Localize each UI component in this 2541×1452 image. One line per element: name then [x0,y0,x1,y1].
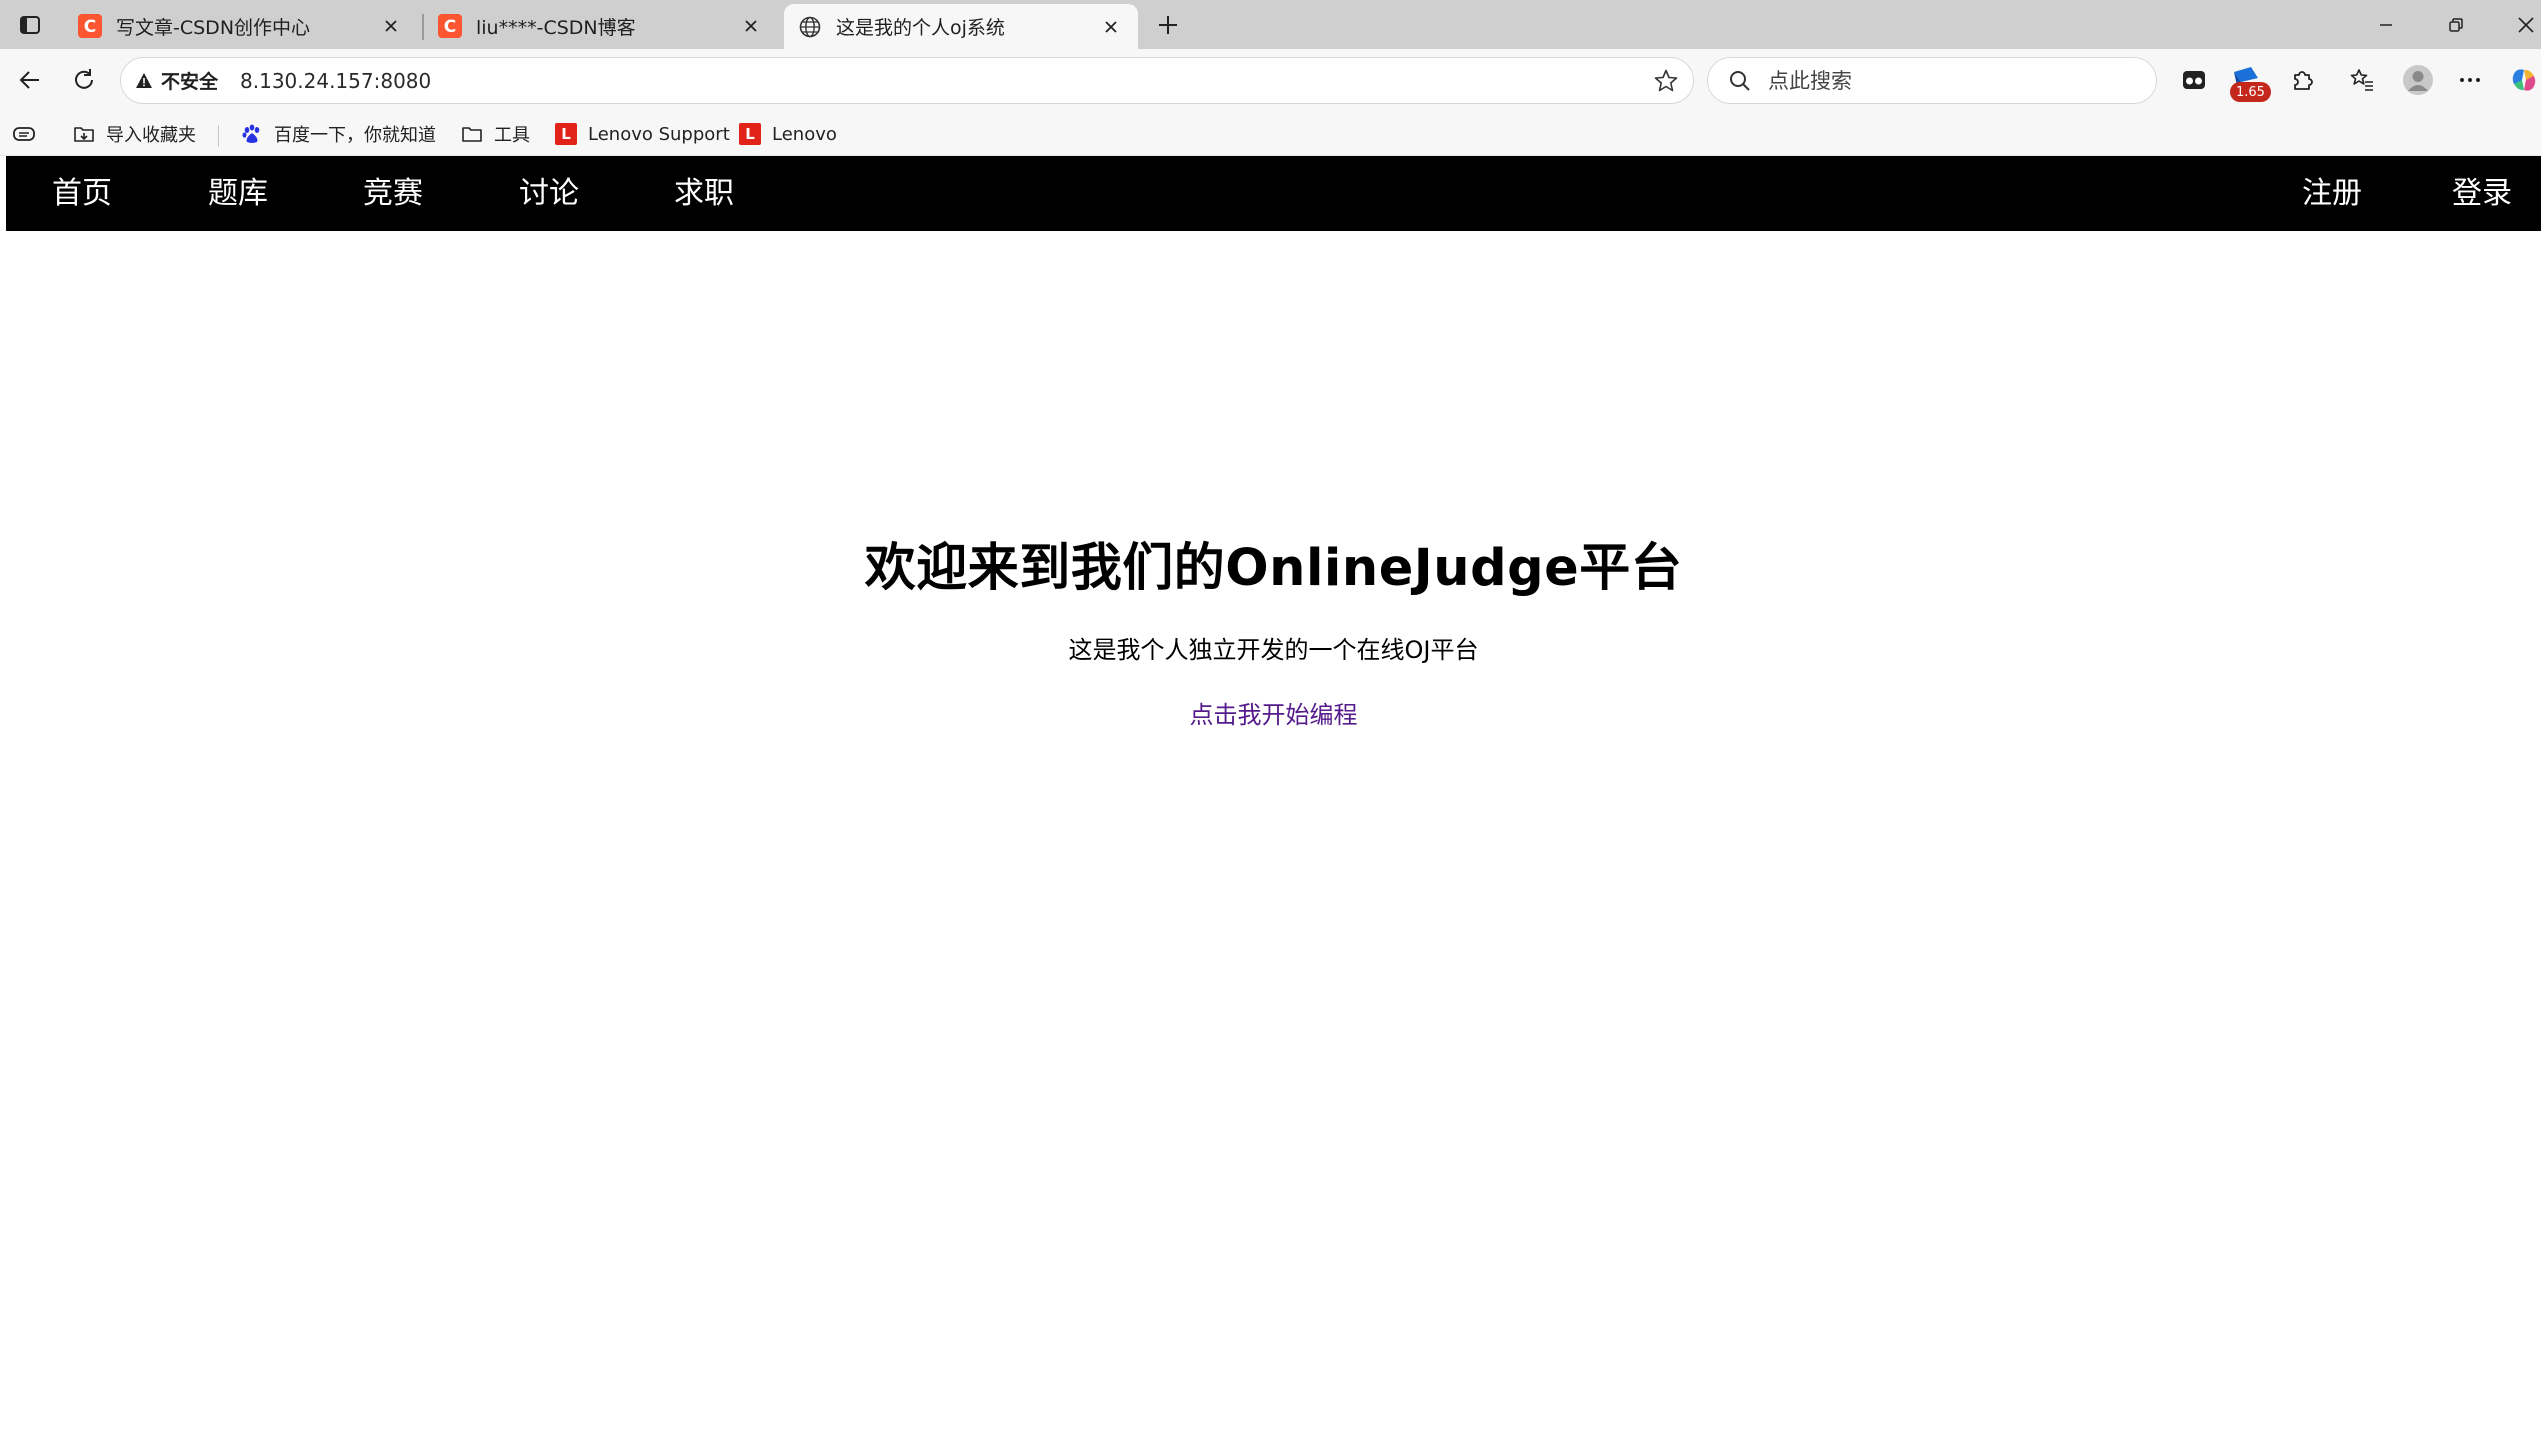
baidu-paw-icon [240,122,264,146]
close-icon[interactable] [378,13,404,39]
csdn-logo-icon: C [438,14,462,38]
csdn-logo-icon: C [78,14,102,38]
close-window-button[interactable] [2498,6,2541,44]
extension-badge: 1.65 [2230,82,2271,102]
profile-avatar-icon[interactable] [2398,60,2438,100]
bookmark-label: 导入收藏夹 [106,125,196,146]
search-box[interactable] [1707,57,2157,104]
copilot-icon[interactable] [2504,60,2541,100]
svg-text:C: C [444,17,456,37]
nav-login[interactable]: 登录 [2452,156,2512,231]
reading-list-icon [13,127,35,141]
bookmarks-bar: 导入收藏夹 百度一下，你就知道 工具 L Lenovo Support L Le… [0,112,2541,156]
globe-icon [798,15,822,39]
more-options-icon[interactable] [2450,60,2490,100]
svg-text:C: C [84,17,96,37]
close-icon[interactable] [1098,14,1124,40]
nav-register[interactable]: 注册 [2302,156,2362,231]
not-secure-indicator[interactable]: 不安全 [135,67,218,94]
nav-discussion[interactable]: 讨论 [519,156,579,231]
import-favorites-icon [72,122,96,146]
close-icon[interactable] [738,13,764,39]
security-label: 不安全 [161,71,219,93]
folder-icon [460,122,484,146]
bookmark-lenovo[interactable]: L Lenovo [738,119,837,149]
browser-tab-1[interactable]: C liu****-CSDN博客 [424,4,778,48]
url-text[interactable]: 8.130.24.157:8080 [240,69,431,93]
tab-title: liu****-CSDN博客 [476,16,636,39]
nav-problems[interactable]: 题库 [208,156,268,231]
tab-title: 写文章-CSDN创作中心 [116,16,311,39]
page-subtitle: 这是我个人独立开发的一个在线OJ平台 [1068,636,1479,664]
nav-contests[interactable]: 竞赛 [363,156,423,231]
reading-view-button[interactable] [12,119,36,149]
bookmark-label: Lenovo Support [588,123,730,145]
bookmark-divider [218,125,219,147]
bookmark-label: 工具 [494,125,530,146]
start-coding-link[interactable]: 点击我开始编程 [1190,695,1358,730]
nav-jobs[interactable]: 求职 [674,156,734,231]
address-bar[interactable]: 不安全 8.130.24.157:8080 [120,57,1694,104]
extensions-puzzle-icon[interactable] [2282,60,2322,100]
browser-toolbar: 不安全 8.130.24.157:8080 [0,49,2541,112]
new-tab-button[interactable] [1150,8,1186,42]
bookmark-import-favorites[interactable]: 导入收藏夹 [72,119,196,149]
lenovo-logo-icon: L [739,123,761,145]
tab-title: 这是我的个人oj系统 [836,17,1005,39]
split-screen-icon[interactable] [2174,60,2214,100]
bookmark-tools-folder[interactable]: 工具 [460,119,530,149]
site-navbar: 首页 题库 竞赛 讨论 求职 注册 登录 [6,156,2541,231]
browser-tab-0[interactable]: C 写文章-CSDN创作中心 [64,4,418,48]
hero-section: 欢迎来到我们的OnlineJudge平台 这是我个人独立开发的一个在线OJ平台 … [6,526,2541,730]
browser-tab-2-active[interactable]: 这是我的个人oj系统 [784,4,1138,49]
search-icon [1730,70,1750,91]
favorite-star-icon[interactable] [1651,66,1681,96]
nav-home[interactable]: 首页 [52,156,112,231]
bookmark-baidu[interactable]: 百度一下，你就知道 [240,119,436,149]
page-title: 欢迎来到我们的OnlineJudge平台 [864,539,1683,598]
minimize-button[interactable] [2358,6,2414,44]
lenovo-logo-icon: L [555,123,577,145]
refresh-icon[interactable] [64,60,104,100]
browser-tab-strip: C 写文章-CSDN创作中心 C liu****-CSDN博客 这是我的个人oj… [0,0,2541,49]
restore-button[interactable] [2428,6,2484,44]
bookmark-label: 百度一下，你就知道 [274,125,436,146]
warning-triangle-icon [136,72,152,88]
bookmark-label: Lenovo [772,123,837,145]
favorites-list-icon[interactable] [2342,60,2382,100]
page-viewport: 首页 题库 竞赛 讨论 求职 注册 登录 欢迎来到我们的OnlineJudge平… [6,156,2541,1452]
back-arrow-icon[interactable] [10,60,50,100]
search-input[interactable] [1768,68,2128,93]
bookmark-lenovo-support[interactable]: L Lenovo Support [554,119,730,149]
tab-actions-icon[interactable] [14,10,46,40]
